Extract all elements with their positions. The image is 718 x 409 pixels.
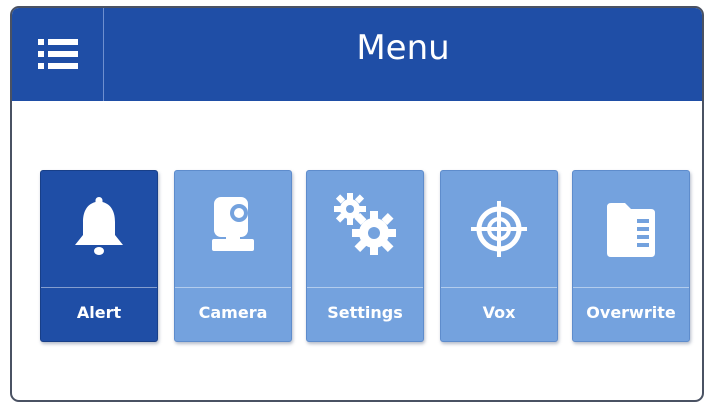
hamburger-menu-icon [38, 39, 78, 69]
tile-label: Camera [198, 303, 268, 322]
tile-label: Settings [327, 303, 403, 322]
crosshair-icon [471, 201, 527, 257]
camera-icon [212, 197, 254, 251]
tile-settings[interactable]: Settings [306, 170, 424, 342]
tile-label: Overwrite [586, 303, 676, 322]
menu-tiles: Alert Camera Settings Vox Overwrite [40, 170, 690, 342]
menu-screen: Menu Alert Camera Settings Vox Overwrite [10, 6, 704, 402]
page-title: Menu [356, 28, 450, 68]
bell-icon [75, 197, 123, 255]
tile-vox[interactable]: Vox [440, 170, 558, 342]
header-bar: Menu [12, 8, 702, 101]
tile-alert[interactable]: Alert [40, 170, 158, 342]
tile-overwrite[interactable]: Overwrite [572, 170, 690, 342]
tile-label: Alert [76, 303, 122, 322]
sd-card-icon [607, 203, 655, 257]
menu-button[interactable] [12, 8, 104, 101]
tile-label: Vox [482, 303, 516, 322]
gears-icon [334, 193, 396, 255]
tile-camera[interactable]: Camera [174, 170, 292, 342]
